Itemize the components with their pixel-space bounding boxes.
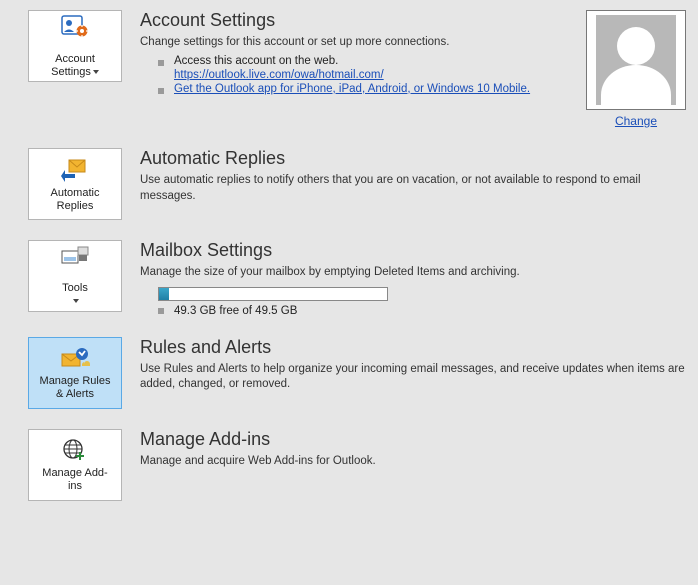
bullet-icon bbox=[158, 60, 164, 66]
section-automatic-replies: Automatic Replies Automatic Replies Use … bbox=[0, 138, 698, 230]
change-photo-link[interactable]: Change bbox=[615, 114, 657, 128]
rules-alerts-content: Rules and Alerts Use Rules and Alerts to… bbox=[140, 337, 686, 393]
section-account-settings: Account Settings Account Settings Change… bbox=[0, 0, 698, 138]
account-settings-content: Account Settings Change settings for thi… bbox=[140, 10, 578, 97]
tile-label: Account Settings bbox=[51, 41, 99, 79]
manage-rules-alerts-button[interactable]: Manage Rules & Alerts bbox=[28, 337, 122, 409]
mailbox-settings-heading: Mailbox Settings bbox=[140, 240, 686, 261]
addins-desc: Manage and acquire Web Add-ins for Outlo… bbox=[140, 454, 686, 470]
mailbox-progress-bar bbox=[158, 287, 388, 301]
manage-addins-button[interactable]: Manage Add- ins bbox=[28, 429, 122, 501]
automatic-replies-heading: Automatic Replies bbox=[140, 148, 686, 169]
account-settings-button[interactable]: Account Settings bbox=[28, 10, 122, 82]
mailbox-progress-fill bbox=[159, 288, 169, 300]
profile-photo[interactable] bbox=[586, 10, 686, 110]
rules-alerts-desc: Use Rules and Alerts to help organize yo… bbox=[140, 362, 686, 393]
addins-icon bbox=[59, 436, 91, 464]
automatic-replies-button[interactable]: Automatic Replies bbox=[28, 148, 122, 220]
addins-heading: Manage Add-ins bbox=[140, 429, 686, 450]
mailbox-settings-content: Mailbox Settings Manage the size of your… bbox=[140, 240, 686, 317]
account-settings-heading: Account Settings bbox=[140, 10, 578, 31]
addins-content: Manage Add-ins Manage and acquire Web Ad… bbox=[140, 429, 686, 470]
mailbox-progress bbox=[158, 287, 686, 301]
section-manage-addins: Manage Add- ins Manage Add-ins Manage an… bbox=[0, 419, 698, 511]
account-settings-icon bbox=[59, 14, 91, 38]
mailbox-settings-desc: Manage the size of your mailbox by empty… bbox=[140, 265, 686, 281]
account-settings-desc: Change settings for this account or set … bbox=[140, 35, 578, 51]
tile-label: Tools bbox=[62, 270, 88, 308]
section-mailbox-settings: Tools Mailbox Settings Manage the size o… bbox=[0, 230, 698, 327]
bullet-icon bbox=[158, 88, 164, 94]
section-rules-alerts: Manage Rules & Alerts Rules and Alerts U… bbox=[0, 327, 698, 419]
profile-placeholder-icon bbox=[596, 15, 676, 105]
automatic-replies-icon bbox=[59, 156, 91, 184]
dropdown-caret-icon bbox=[93, 70, 99, 74]
profile-photo-block: Change bbox=[586, 10, 686, 128]
bullet-access-web: Access this account on the web. bbox=[158, 55, 578, 67]
rules-alerts-heading: Rules and Alerts bbox=[140, 337, 686, 358]
owa-link[interactable]: https://outlook.live.com/owa/hotmail.com… bbox=[174, 69, 384, 81]
tools-button[interactable]: Tools bbox=[28, 240, 122, 312]
get-outlook-app-link[interactable]: Get the Outlook app for iPhone, iPad, An… bbox=[174, 83, 530, 95]
tile-label: Automatic Replies bbox=[51, 187, 100, 212]
mailbox-storage-text: 49.3 GB free of 49.5 GB bbox=[174, 305, 297, 317]
bullet-owa-link: https://outlook.live.com/owa/hotmail.com… bbox=[158, 69, 578, 81]
automatic-replies-content: Automatic Replies Use automatic replies … bbox=[140, 148, 686, 204]
rules-alerts-icon bbox=[59, 344, 91, 372]
tile-label: Manage Rules & Alerts bbox=[40, 375, 111, 400]
bullet-text: Access this account on the web. bbox=[174, 55, 338, 67]
mailbox-storage-row: 49.3 GB free of 49.5 GB bbox=[158, 305, 686, 317]
dropdown-caret-icon bbox=[73, 299, 79, 303]
bullet-get-app: Get the Outlook app for iPhone, iPad, An… bbox=[158, 83, 578, 95]
automatic-replies-desc: Use automatic replies to notify others t… bbox=[140, 173, 686, 204]
tile-label: Manage Add- ins bbox=[42, 467, 107, 492]
tools-icon bbox=[59, 245, 91, 267]
bullet-icon bbox=[158, 308, 164, 314]
